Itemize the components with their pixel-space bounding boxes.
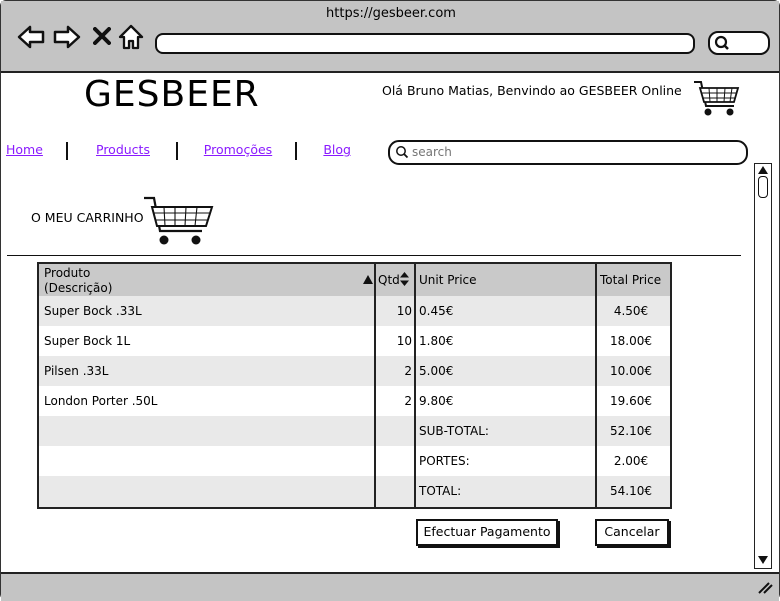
cell-total-price: 10.00€	[610, 364, 652, 378]
nav-promocoes[interactable]: Promoções	[187, 142, 289, 157]
cell-qtd: 10	[396, 304, 412, 318]
search-icon	[396, 146, 409, 159]
cancel-button[interactable]: Cancelar	[595, 519, 669, 546]
browser-toolbar: https://gesbeer.com	[1, 1, 779, 73]
cell-qtd: 2	[404, 364, 412, 378]
cart-icon	[144, 196, 214, 245]
sort-ascending-icon[interactable]	[363, 275, 373, 284]
nav-home[interactable]: Home	[6, 142, 60, 157]
cell-total-price: 4.50€	[613, 304, 649, 318]
section-title: O MEU CARRINHO	[31, 210, 144, 225]
table-row[interactable]: London Porter .50L 2 9.80€ 19.60€	[39, 386, 670, 416]
column-header-product[interactable]: Produto	[44, 266, 90, 280]
site-search-field[interactable]	[388, 140, 748, 165]
column-header-unit-price[interactable]: Unit Price	[419, 273, 477, 287]
summary-row-portes: PORTES: 2.00€	[39, 446, 670, 476]
nav-separator	[295, 142, 297, 160]
cell-product: Super Bock 1L	[44, 334, 131, 348]
pay-button[interactable]: Efectuar Pagamento	[416, 519, 558, 546]
home-icon[interactable]	[118, 24, 144, 50]
table-row[interactable]: Super Bock 1L 10 1.80€ 18.00€	[39, 326, 670, 356]
column-header-product-sub: (Descrição)	[44, 281, 113, 295]
vertical-scrollbar[interactable]	[754, 163, 772, 569]
cell-product: Super Bock .33L	[44, 304, 142, 318]
nav-blog[interactable]: Blog	[306, 142, 351, 157]
back-icon[interactable]	[17, 25, 45, 49]
shipping-label: PORTES:	[419, 454, 470, 468]
column-divider	[414, 264, 416, 507]
address-bar[interactable]	[155, 33, 695, 54]
cell-unit-price: 0.45€	[419, 304, 454, 318]
cell-product: London Porter .50L	[44, 394, 158, 408]
nav-products[interactable]: Products	[77, 142, 169, 157]
cell-unit-price: 5.00€	[419, 364, 454, 378]
table-row[interactable]: Pilsen .33L 2 5.00€ 10.00€	[39, 356, 670, 386]
subtotal-label: SUB-TOTAL:	[419, 424, 489, 438]
column-header-qtd[interactable]: Qtd	[378, 273, 400, 287]
cell-qtd: 10	[396, 334, 412, 348]
scroll-thumb[interactable]	[758, 176, 768, 198]
nav-separator	[66, 142, 68, 160]
shipping-value: 2.00€	[613, 454, 649, 468]
table-header: Produto (Descrição) Qtd Unit Price Total…	[39, 264, 670, 296]
browser-statusbar	[1, 572, 779, 601]
nav-separator	[176, 142, 178, 160]
summary-row-subtotal: SUB-TOTAL: 52.10€	[39, 416, 670, 446]
page-url: https://gesbeer.com	[326, 6, 456, 21]
close-icon[interactable]	[93, 27, 111, 45]
column-divider	[595, 264, 597, 507]
column-divider	[374, 264, 376, 507]
cell-product: Pilsen .33L	[44, 364, 109, 378]
cell-total-price: 19.60€	[610, 394, 652, 408]
site-logo[interactable]: GESBEER	[84, 74, 260, 115]
resize-grip-icon[interactable]	[757, 580, 773, 594]
scroll-down-arrow-icon[interactable]	[758, 556, 768, 564]
welcome-message: Olá Bruno Matias, Benvindo ao GESBEER On…	[382, 83, 682, 98]
subtotal-value: 52.10€	[610, 424, 652, 438]
browser-search-field[interactable]	[708, 31, 770, 55]
divider	[7, 255, 741, 256]
scroll-up-arrow-icon[interactable]	[758, 166, 768, 174]
forward-icon[interactable]	[53, 25, 81, 49]
cell-unit-price: 1.80€	[419, 334, 454, 348]
cart-table: Produto (Descrição) Qtd Unit Price Total…	[37, 262, 672, 509]
summary-row-total: TOTAL: 54.10€	[39, 476, 670, 507]
search-icon	[714, 35, 729, 50]
search-input[interactable]	[410, 144, 734, 160]
sort-both-icon[interactable]	[400, 272, 409, 286]
cart-icon[interactable]	[692, 78, 742, 118]
cell-qtd: 2	[404, 394, 412, 408]
cell-unit-price: 9.80€	[419, 394, 454, 408]
total-value: 54.10€	[610, 484, 652, 498]
column-header-total-price[interactable]: Total Price	[600, 273, 661, 287]
table-row[interactable]: Super Bock .33L 10 0.45€ 4.50€	[39, 296, 670, 326]
cell-total-price: 18.00€	[610, 334, 652, 348]
total-label: TOTAL:	[419, 484, 462, 498]
